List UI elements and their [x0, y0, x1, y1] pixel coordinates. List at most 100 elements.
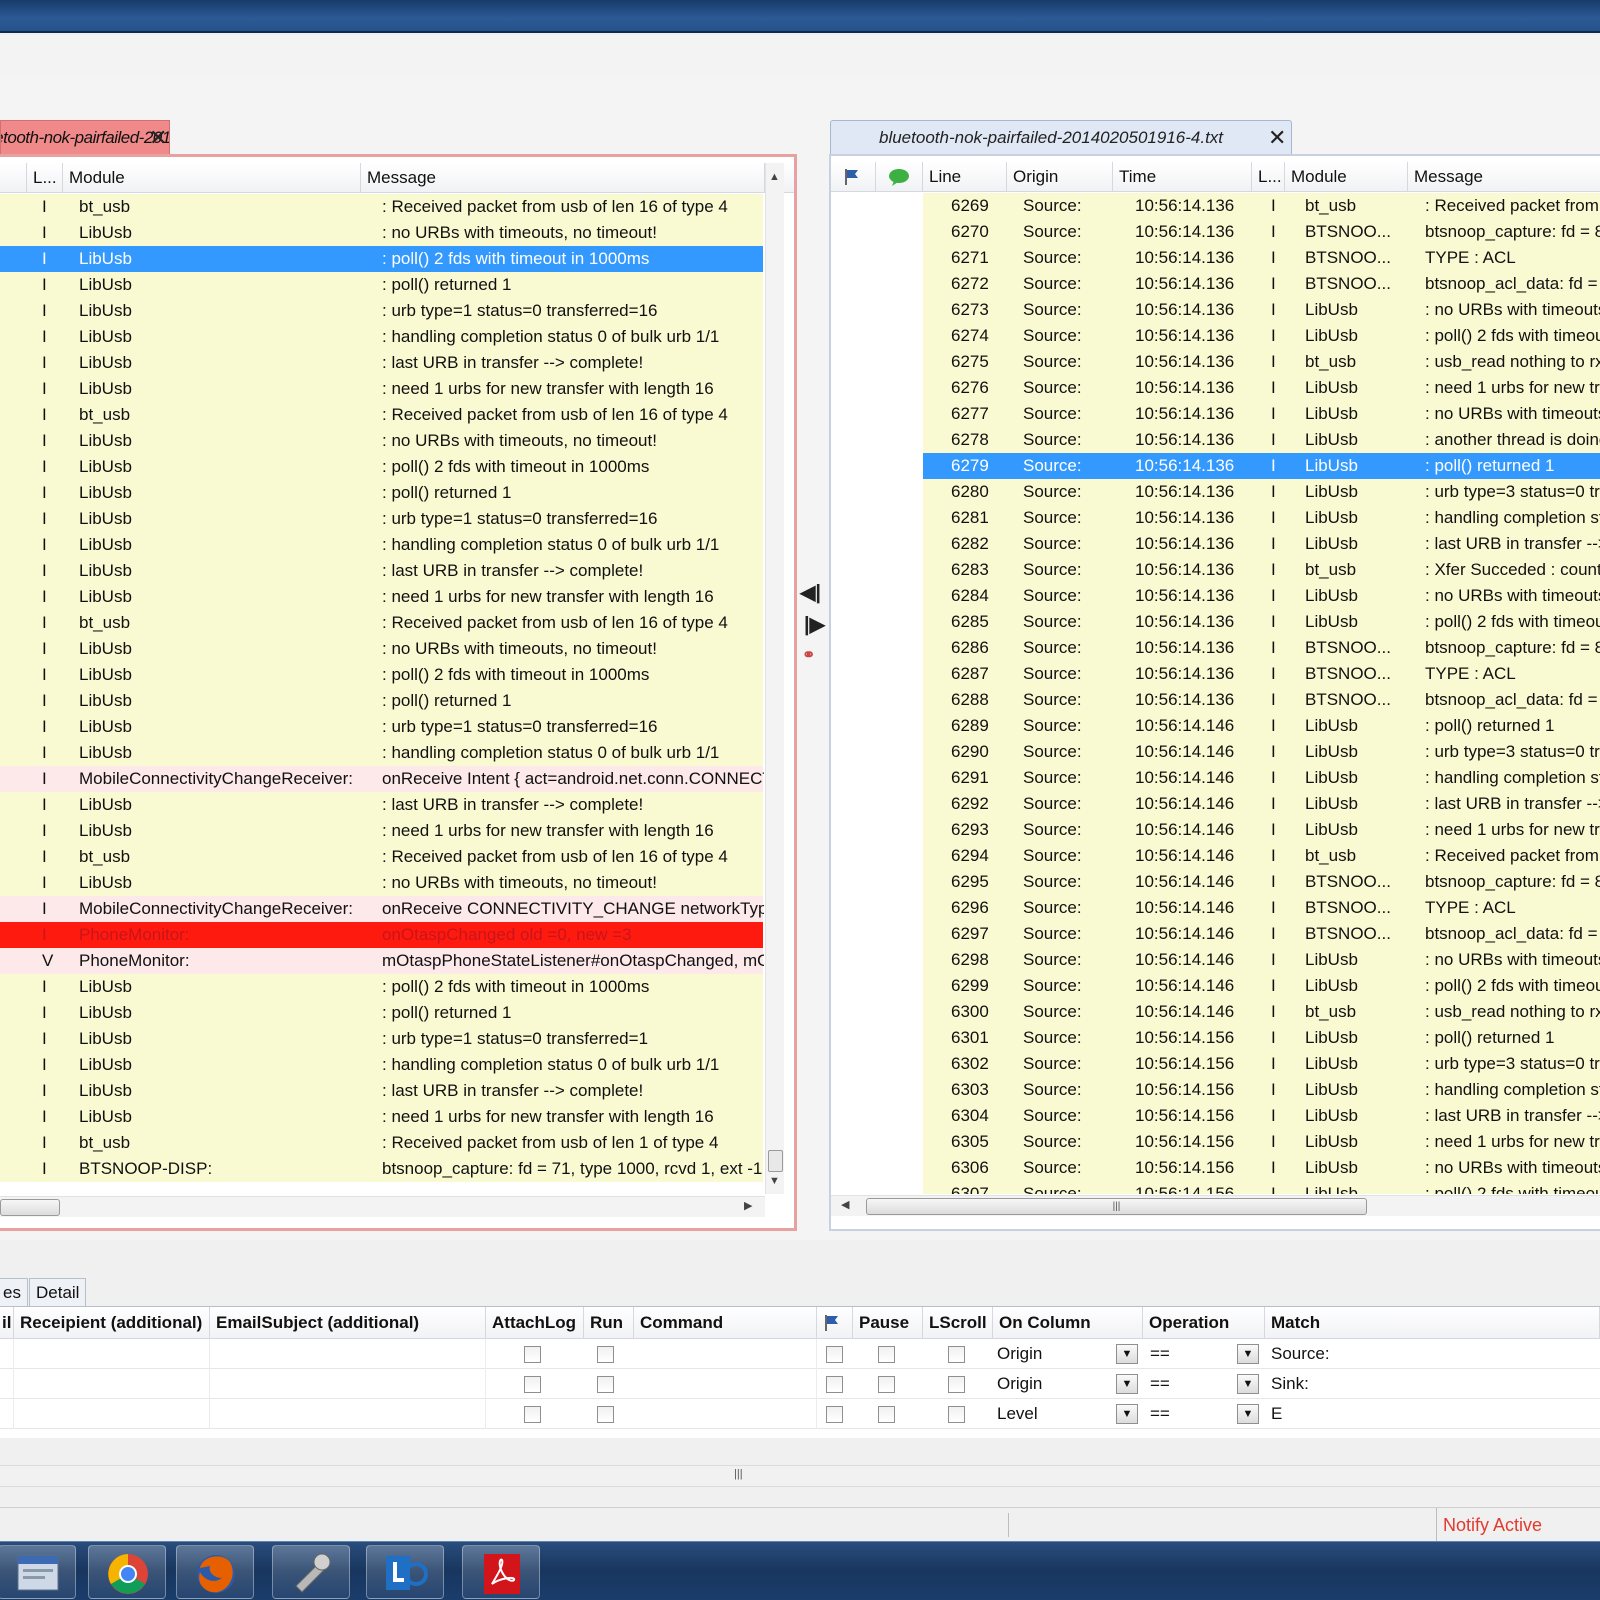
log-row[interactable]: I LibUsb: poll() returned 1: [0, 272, 763, 298]
attachlog-checkbox[interactable]: [524, 1406, 541, 1423]
column-header-level[interactable]: L...: [1252, 162, 1285, 192]
log-row[interactable]: I LibUsb: last URB in transfer --> comple…: [0, 350, 763, 376]
operation-select[interactable]: ==: [1150, 1399, 1240, 1429]
scroll-down-icon[interactable]: ▼: [769, 1175, 780, 1187]
column-header-message[interactable]: Message: [361, 163, 765, 193]
notify-rule-row[interactable]: Origin ▼ == ▼ Source:: [0, 1339, 1600, 1369]
scroll-thumb[interactable]: |||: [866, 1198, 1367, 1215]
bookmark-gutter[interactable]: [831, 193, 923, 1193]
on-column-select[interactable]: Origin: [997, 1369, 1117, 1399]
log-row[interactable]: I LibUsb: poll() 2 fds with timeout in 10…: [0, 246, 763, 272]
column-header-match[interactable]: Match: [1265, 1307, 1600, 1339]
log-row[interactable]: 6289 Source: 10:56:14.146 I LibUsb: poll() r…: [923, 713, 1600, 739]
right-horizontal-scrollbar[interactable]: ◀ |||: [831, 1195, 1600, 1216]
log-row[interactable]: 6304 Source: 10:56:14.156 I LibUsb: last URB…: [923, 1103, 1600, 1129]
run-checkbox[interactable]: [597, 1346, 614, 1363]
log-row[interactable]: I LibUsb: handling completion status 0 of…: [0, 1052, 763, 1078]
column-header-module[interactable]: Module: [1285, 162, 1408, 192]
taskbar-pdf-button[interactable]: [462, 1545, 540, 1599]
email-cell[interactable]: [0, 1369, 14, 1399]
scroll-up-icon[interactable]: ▲: [769, 171, 780, 183]
attachlog-checkbox[interactable]: [524, 1376, 541, 1393]
tab-left-log-file[interactable]: bluetooth-nok-pairfailed-2014020501916-3…: [0, 120, 170, 154]
log-row[interactable]: 6274 Source: 10:56:14.136 I LibUsb: poll() 2…: [923, 323, 1600, 349]
flag-checkbox[interactable]: [826, 1376, 843, 1393]
log-row[interactable]: I LibUsb: handling completion status 0 of…: [0, 532, 763, 558]
match-input[interactable]: Source:: [1271, 1339, 1591, 1369]
on-column-select[interactable]: Level: [997, 1399, 1117, 1429]
lscroll-checkbox[interactable]: [948, 1406, 965, 1423]
log-row[interactable]: 6279 Source: 10:56:14.136 I LibUsb: poll() r…: [923, 453, 1600, 479]
log-row[interactable]: I LibUsb: poll() 2 fds with timeout in 10…: [0, 662, 763, 688]
log-row[interactable]: 6284 Source: 10:56:14.136 I LibUsb: no URBs …: [923, 583, 1600, 609]
log-row[interactable]: I LibUsb: last URB in transfer --> comple…: [0, 558, 763, 584]
column-header-pause[interactable]: Pause: [853, 1307, 923, 1339]
log-row[interactable]: I MobileConnectivityChangeReceiver: onRece…: [0, 896, 764, 922]
column-header-recipient[interactable]: Receipient (additional): [14, 1307, 210, 1339]
log-row[interactable]: I LibUsb: need 1 urbs for new transfer wi…: [0, 376, 763, 402]
log-row[interactable]: 6293 Source: 10:56:14.146 I LibUsb: need 1 u…: [923, 817, 1600, 843]
pause-checkbox[interactable]: [878, 1376, 895, 1393]
log-row[interactable]: 6294 Source: 10:56:14.146 Ibt_usb: Received…: [923, 843, 1600, 869]
tab-rules[interactable]: es: [0, 1278, 28, 1306]
column-header-run[interactable]: Run: [584, 1307, 634, 1339]
log-row[interactable]: 6302 Source: 10:56:14.156 I LibUsb: urb type…: [923, 1051, 1600, 1077]
taskbar-tool-button[interactable]: [272, 1545, 350, 1599]
log-row[interactable]: Ibt_usb: Received packet from usb of len…: [0, 194, 763, 220]
log-row[interactable]: 6291 Source: 10:56:14.146 I LibUsb: handling…: [923, 765, 1600, 791]
operation-select[interactable]: ==: [1150, 1369, 1240, 1399]
chevron-down-icon[interactable]: ▼: [1237, 1344, 1259, 1364]
pause-checkbox[interactable]: [878, 1406, 895, 1423]
log-row[interactable]: 6272 Source: 10:56:14.136 I BTSNOO... btsnoop…: [923, 271, 1600, 297]
left-vertical-scrollbar[interactable]: ▲ ▼: [765, 163, 784, 1194]
log-row[interactable]: I LibUsb: urb type=1 status=0 transferred…: [0, 1026, 763, 1052]
column-header-line[interactable]: Line: [923, 162, 1007, 192]
log-row[interactable]: 6280 Source: 10:56:14.136 I LibUsb: urb type…: [923, 479, 1600, 505]
close-icon[interactable]: ✕: [1268, 121, 1286, 154]
log-row[interactable]: 6297 Source: 10:56:14.146 I BTSNOO... btsnoop…: [923, 921, 1600, 947]
column-header-blank[interactable]: [0, 163, 27, 193]
run-checkbox[interactable]: [597, 1376, 614, 1393]
scroll-thumb[interactable]: [768, 1150, 783, 1172]
email-cell[interactable]: [0, 1339, 14, 1369]
log-row[interactable]: I PhoneMonitor: onOtaspChanged old =0, new…: [0, 922, 763, 948]
log-row[interactable]: 6275 Source: 10:56:14.136 Ibt_usb: usb_read…: [923, 349, 1600, 375]
chevron-down-icon[interactable]: ▼: [1116, 1344, 1138, 1364]
column-header-level[interactable]: L...: [27, 163, 63, 193]
lscroll-checkbox[interactable]: [948, 1346, 965, 1363]
column-header-module[interactable]: Module: [63, 163, 361, 193]
log-row[interactable]: I LibUsb: poll() 2 fds with timeout in 10…: [0, 974, 763, 1000]
log-row[interactable]: 6276 Source: 10:56:14.136 I LibUsb: need 1 u…: [923, 375, 1600, 401]
log-row[interactable]: 6292 Source: 10:56:14.146 I LibUsb: last URB…: [923, 791, 1600, 817]
log-row[interactable]: I BTSNOOP-DISP: btsnoop_capture: fd = 71, …: [0, 1156, 763, 1182]
log-row[interactable]: 6296 Source: 10:56:14.146 I BTSNOO... TYPE : …: [923, 895, 1600, 921]
log-row[interactable]: 6299 Source: 10:56:14.146 I LibUsb: poll() 2…: [923, 973, 1600, 999]
sync-right-icon[interactable]: |▶: [804, 612, 825, 637]
log-row[interactable]: 6277 Source: 10:56:14.136 I LibUsb: no URBs …: [923, 401, 1600, 427]
scroll-left-icon[interactable]: ◀: [841, 1198, 849, 1211]
log-row[interactable]: I LibUsb: handling completion status 0 of…: [0, 740, 763, 766]
taskbar-firefox-button[interactable]: [176, 1545, 254, 1599]
log-row[interactable]: 6300 Source: 10:56:14.146 Ibt_usb: usb_read…: [923, 999, 1600, 1025]
log-row[interactable]: I LibUsb: need 1 urbs for new transfer wi…: [0, 584, 763, 610]
column-header-comment[interactable]: [876, 162, 923, 192]
column-header-flag[interactable]: [817, 1307, 853, 1339]
log-row[interactable]: 6295 Source: 10:56:14.146 I BTSNOO... btsnoop…: [923, 869, 1600, 895]
email-cell[interactable]: [0, 1399, 14, 1429]
command-cell[interactable]: [634, 1369, 817, 1399]
notify-rule-row[interactable]: Level ▼ == ▼ E: [0, 1399, 1600, 1429]
log-row[interactable]: I LibUsb: poll() returned 1: [0, 480, 763, 506]
chevron-down-icon[interactable]: ▼: [1237, 1404, 1259, 1424]
column-header-bookmark[interactable]: [831, 162, 876, 192]
column-header-message[interactable]: Message: [1408, 162, 1600, 192]
log-row[interactable]: 6278 Source: 10:56:14.136 I LibUsb: another …: [923, 427, 1600, 453]
command-cell[interactable]: [634, 1399, 817, 1429]
log-row[interactable]: I LibUsb: need 1 urbs for new transfer wi…: [0, 1104, 763, 1130]
log-row[interactable]: 6306 Source: 10:56:14.156 I LibUsb: no URBs …: [923, 1155, 1600, 1181]
scroll-grip[interactable]: |||: [734, 1468, 743, 1480]
log-row[interactable]: Ibt_usb: Received packet from usb of len…: [0, 610, 763, 636]
column-header-email[interactable]: il: [0, 1307, 14, 1339]
run-checkbox[interactable]: [597, 1406, 614, 1423]
recipient-cell[interactable]: [14, 1369, 210, 1399]
log-row[interactable]: 6305 Source: 10:56:14.156 I LibUsb: need 1 u…: [923, 1129, 1600, 1155]
